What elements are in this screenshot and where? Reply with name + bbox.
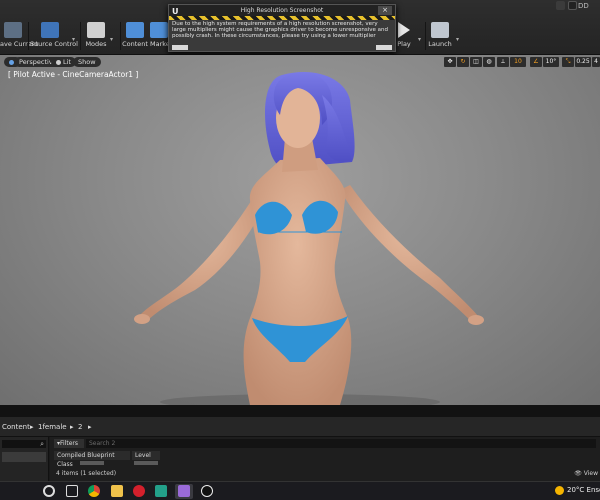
torso bbox=[243, 158, 352, 405]
play-dropdown-arrow[interactable]: ▾ bbox=[418, 36, 421, 43]
transform-icon[interactable]: ✥ bbox=[444, 57, 456, 67]
breadcrumb-arrow-icon[interactable]: ▸ bbox=[70, 423, 74, 431]
character-figure bbox=[134, 71, 484, 405]
window-icon[interactable] bbox=[568, 1, 577, 10]
launch-button[interactable]: Launch bbox=[428, 22, 452, 52]
save-icon bbox=[4, 22, 22, 38]
content-button[interactable]: Content bbox=[122, 22, 148, 52]
angle-snap-icon[interactable]: ∠ bbox=[530, 57, 542, 67]
content-browser-icon bbox=[126, 22, 144, 38]
task-view-icon[interactable] bbox=[66, 485, 78, 497]
asset-thumbnail[interactable] bbox=[80, 461, 104, 465]
close-icon[interactable]: × bbox=[378, 6, 392, 15]
lit-icon bbox=[56, 59, 61, 65]
windows-taskbar: 20°C Ensol bbox=[0, 481, 600, 500]
launch-icon bbox=[431, 22, 449, 38]
view-options-button[interactable]: 👁 View bbox=[574, 470, 598, 477]
right-hand bbox=[468, 315, 484, 325]
item-count-label: 4 items (1 selected) bbox=[56, 470, 117, 477]
play-button[interactable]: Play bbox=[396, 22, 412, 52]
breadcrumb-arrow-icon[interactable]: ▸ bbox=[30, 423, 34, 431]
angle-snap-value[interactable]: 10° bbox=[543, 57, 559, 67]
folder-search-input[interactable]: ⌕ bbox=[2, 440, 46, 448]
opera-icon[interactable] bbox=[133, 485, 145, 497]
lit-label: Lit bbox=[63, 58, 71, 66]
chrome-icon[interactable] bbox=[88, 485, 100, 497]
file-explorer-icon[interactable] bbox=[111, 485, 123, 497]
dialog-button-row bbox=[172, 45, 392, 50]
source-control-dropdown-arrow[interactable]: ▾ bbox=[72, 36, 75, 43]
asset-search-input[interactable]: Search 2 bbox=[86, 439, 596, 448]
breadcrumb-2[interactable]: 2 bbox=[78, 423, 82, 431]
weather-sun-icon bbox=[555, 486, 564, 495]
dialog-message: Due to the high system requirements of a… bbox=[172, 21, 389, 40]
grid-snap-button[interactable]: 10 bbox=[510, 57, 526, 67]
folder-tree-pane: ⌕ bbox=[0, 437, 49, 481]
source-control-button[interactable]: Source Control bbox=[30, 22, 78, 52]
launch-dropdown-arrow[interactable]: ▾ bbox=[456, 36, 459, 43]
app-icon[interactable] bbox=[155, 485, 167, 497]
modes-icon bbox=[87, 22, 105, 38]
left-arm bbox=[140, 190, 265, 322]
dialog-right-button[interactable] bbox=[376, 45, 392, 50]
panel-splitter[interactable] bbox=[0, 405, 600, 417]
pilot-active-label: [ Pilot Active - CineCameraActor1 ] bbox=[8, 70, 139, 79]
high-resolution-screenshot-dialog: U High Resolution Screenshot × Due to th… bbox=[168, 4, 396, 52]
source-control-icon bbox=[41, 22, 59, 38]
search-icon: ⌕ bbox=[40, 440, 44, 448]
asset-view-pane: ▾Filters Search 2 Compiled Blueprint Cla… bbox=[50, 437, 600, 481]
marketplace-button[interactable]: Market bbox=[150, 22, 168, 52]
filter-chip-level[interactable]: Level bbox=[132, 451, 160, 460]
settings-icon[interactable] bbox=[556, 1, 565, 10]
content-browser-path-bar: Content ▸ 1female ▸ 2 ▸ bbox=[0, 417, 600, 437]
right-arm bbox=[340, 185, 478, 322]
dialog-left-button[interactable] bbox=[172, 45, 188, 50]
filter-chip-blueprint-class[interactable]: Compiled Blueprint Class bbox=[54, 451, 130, 468]
toolbar-divider bbox=[28, 22, 29, 50]
world-icon[interactable]: ◍ bbox=[483, 57, 495, 67]
toolbar-divider bbox=[120, 22, 121, 50]
camera-speed-button[interactable]: 4 bbox=[592, 57, 600, 67]
folder-row[interactable] bbox=[2, 452, 46, 462]
surface-snap-icon[interactable]: ⟂ bbox=[497, 57, 509, 67]
asset-thumbnail[interactable] bbox=[134, 461, 158, 465]
dialog-title-bar: U High Resolution Screenshot × bbox=[169, 5, 395, 16]
play-icon bbox=[398, 22, 410, 38]
rotate-icon[interactable]: ↻ bbox=[457, 57, 469, 67]
modes-dropdown-arrow[interactable]: ▾ bbox=[110, 36, 113, 43]
breadcrumb-1female[interactable]: 1female bbox=[38, 423, 67, 431]
filters-button[interactable]: ▾Filters bbox=[54, 439, 84, 448]
level-viewport[interactable]: Perspective Lit Show [ Pilot Active - Ci… bbox=[0, 55, 600, 405]
project-name-label: DD bbox=[578, 2, 589, 10]
weather-widget[interactable]: 20°C Ensol bbox=[567, 486, 600, 494]
unreal-engine-icon[interactable] bbox=[201, 485, 213, 497]
scale-snap-icon[interactable]: ⤡ bbox=[562, 57, 574, 67]
show-label: Show bbox=[78, 58, 96, 66]
app-icon[interactable] bbox=[178, 485, 190, 497]
scale-icon[interactable]: ◫ bbox=[470, 57, 482, 67]
save-current-button[interactable]: ave Current bbox=[0, 22, 38, 52]
toolbar-divider bbox=[80, 22, 81, 50]
breadcrumb-content[interactable]: Content bbox=[2, 423, 30, 431]
scale-snap-value[interactable]: 0.25 bbox=[575, 57, 591, 67]
unreal-logo-icon: U bbox=[172, 7, 179, 16]
dialog-title: High Resolution Screenshot bbox=[240, 7, 324, 14]
breadcrumb-arrow-icon[interactable]: ▸ bbox=[88, 423, 92, 431]
modes-button[interactable]: Modes bbox=[84, 22, 108, 52]
marketplace-icon bbox=[150, 22, 168, 38]
eye-icon: 👁 bbox=[574, 470, 584, 477]
show-button[interactable]: Show bbox=[73, 57, 101, 67]
search-icon[interactable] bbox=[43, 485, 55, 497]
toolbar-divider bbox=[425, 22, 426, 50]
left-hand bbox=[134, 314, 150, 324]
